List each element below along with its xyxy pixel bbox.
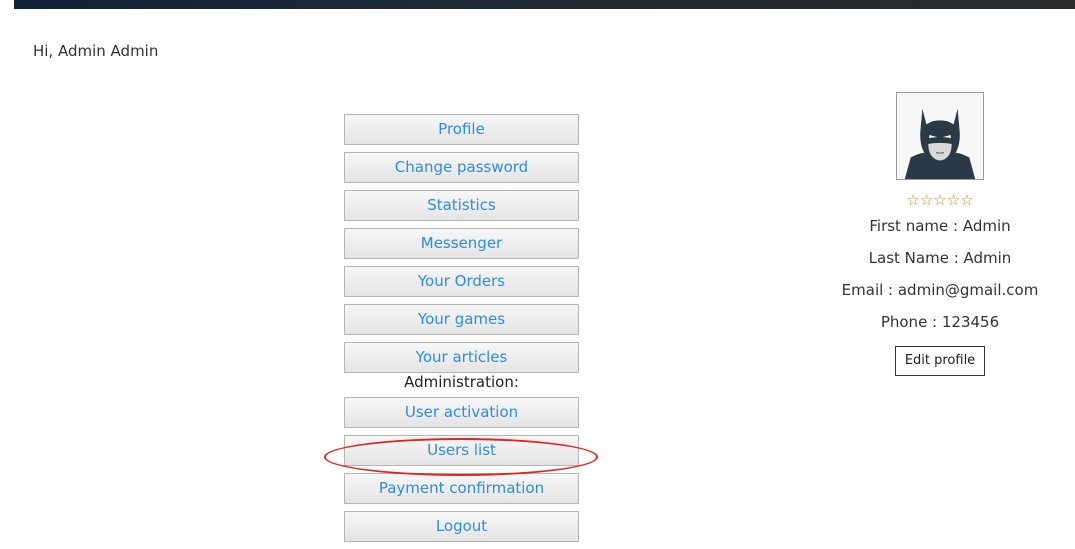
your-articles-button[interactable]: Your articles xyxy=(344,342,579,373)
batman-avatar-icon xyxy=(896,92,984,180)
phone-text: Phone : 123456 xyxy=(880,313,1000,331)
users-list-button[interactable]: Users list xyxy=(344,435,579,466)
first-name-text: First name : Admin xyxy=(869,217,1011,235)
profile-card: ☆☆☆☆☆ First name : Admin Last Name : Adm… xyxy=(820,92,1060,376)
greeting-text: Hi, Admin Admin xyxy=(33,42,159,60)
your-games-button[interactable]: Your games xyxy=(344,304,579,335)
email-text: Email : admin@gmail.com xyxy=(841,281,1039,299)
profile-button[interactable]: Profile xyxy=(344,114,579,145)
top-header-bar xyxy=(14,0,1075,9)
user-activation-button[interactable]: User activation xyxy=(344,397,579,428)
your-orders-button[interactable]: Your Orders xyxy=(344,266,579,297)
messenger-button[interactable]: Messenger xyxy=(344,228,579,259)
administration-heading: Administration: xyxy=(404,373,519,391)
last-name-text: Last Name : Admin xyxy=(868,249,1012,267)
statistics-button[interactable]: Statistics xyxy=(344,190,579,221)
edit-profile-button[interactable]: Edit profile xyxy=(894,346,986,376)
logout-button[interactable]: Logout xyxy=(344,511,579,542)
account-menu: Profile Change password Statistics Messe… xyxy=(344,114,579,549)
payment-confirmation-button[interactable]: Payment confirmation xyxy=(344,473,579,504)
change-password-button[interactable]: Change password xyxy=(344,152,579,183)
rating-stars: ☆☆☆☆☆ xyxy=(906,191,974,209)
